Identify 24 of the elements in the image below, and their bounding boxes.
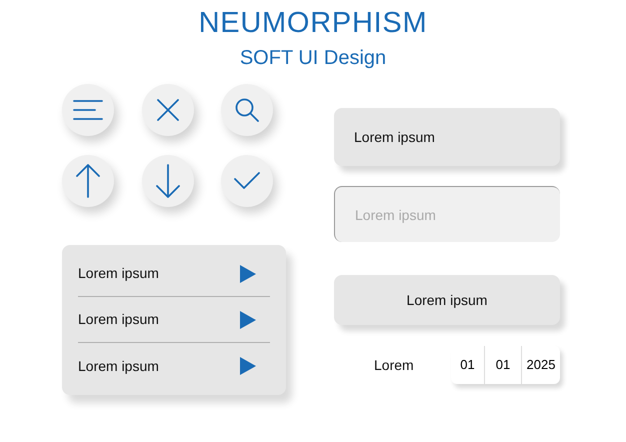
- play-icon[interactable]: [240, 264, 256, 282]
- day-field[interactable]: 01: [451, 346, 485, 384]
- list-item-label[interactable]: Lorem ipsum: [78, 356, 159, 376]
- arrow-down-icon: [156, 164, 180, 198]
- date-label: Lorem: [374, 356, 415, 374]
- play-icon[interactable]: [240, 310, 256, 328]
- raised-button[interactable]: Lorem ipsum: [334, 108, 560, 166]
- icon-button[interactable]: [62, 84, 114, 136]
- search-icon: [235, 98, 260, 122]
- page-subtitle: SOFT UI Design: [240, 46, 386, 70]
- list-item-label[interactable]: Lorem ipsum: [78, 263, 159, 284]
- centered-button[interactable]: Lorem ipsum: [334, 275, 560, 325]
- date-picker[interactable]: 01 01 2025: [451, 346, 560, 384]
- close-icon: [156, 99, 179, 121]
- input-field[interactable]: Lorem ipsum: [334, 186, 560, 242]
- icon-button[interactable]: [62, 155, 114, 207]
- arrow-up-icon: [76, 164, 100, 198]
- play-icon[interactable]: [240, 357, 256, 375]
- page-title: NEUMORPHISM: [198, 6, 428, 40]
- year-field[interactable]: 2025: [522, 346, 560, 384]
- menu-icon: [73, 99, 103, 121]
- list-item-label[interactable]: Lorem ipsum: [78, 309, 159, 330]
- check-icon: [234, 172, 260, 190]
- month-field[interactable]: 01: [485, 346, 522, 384]
